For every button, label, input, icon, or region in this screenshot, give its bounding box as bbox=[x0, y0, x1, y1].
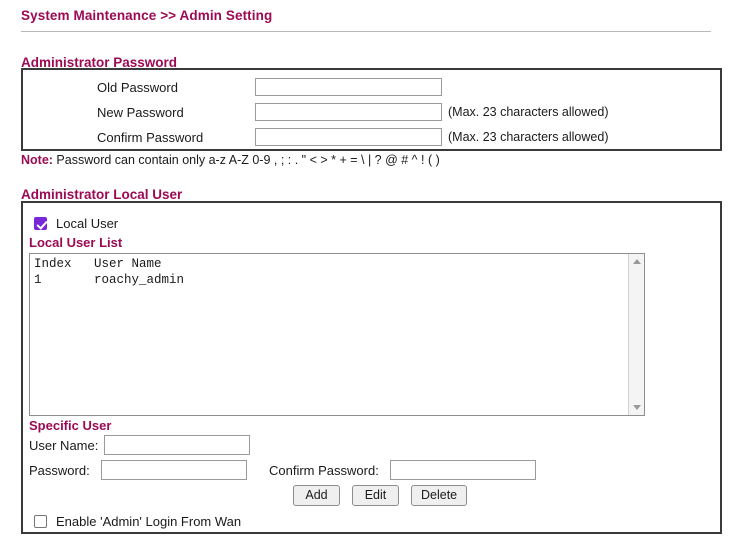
delete-button[interactable]: Delete bbox=[411, 485, 468, 506]
confirm-password-label: Confirm Password bbox=[97, 130, 204, 145]
old-password-field[interactable] bbox=[255, 78, 442, 96]
specific-user-password-field[interactable] bbox=[101, 460, 247, 480]
specific-user-confirm-password-label: Confirm Password: bbox=[269, 463, 379, 478]
specific-user-confirm-password-field[interactable] bbox=[390, 460, 536, 480]
section-heading-administrator-local-user: Administrator Local User bbox=[21, 187, 183, 202]
confirm-password-row: Confirm Password (Max. 23 characters all… bbox=[23, 127, 720, 152]
local-user-list-scrollbar[interactable] bbox=[628, 254, 644, 415]
note-label: Note: bbox=[21, 153, 53, 167]
confirm-password-hint: (Max. 23 characters allowed) bbox=[448, 130, 609, 144]
administrator-password-panel: Old Password New Password (Max. 23 chara… bbox=[21, 68, 722, 151]
enable-admin-login-from-wan-checkbox[interactable] bbox=[34, 515, 47, 528]
old-password-label: Old Password bbox=[97, 80, 178, 95]
local-user-list-content: Index User Name 1 roachy_admin bbox=[34, 257, 185, 287]
edit-button[interactable]: Edit bbox=[352, 485, 399, 506]
enable-admin-login-from-wan-row[interactable]: Enable 'Admin' Login From Wan bbox=[34, 514, 241, 529]
confirm-password-field[interactable] bbox=[255, 128, 442, 146]
scroll-up-arrow-icon[interactable] bbox=[629, 255, 644, 269]
specific-user-button-row: Add Edit Delete bbox=[293, 485, 468, 506]
breadcrumb: System Maintenance >> Admin Setting bbox=[21, 8, 273, 23]
local-user-list-heading: Local User List bbox=[29, 235, 123, 250]
local-user-list[interactable]: Index User Name 1 roachy_admin bbox=[29, 253, 645, 416]
new-password-row: New Password (Max. 23 characters allowed… bbox=[23, 102, 720, 127]
administrator-local-user-panel: Local User Local User List Index User Na… bbox=[21, 201, 722, 534]
local-user-checkbox-row[interactable]: Local User bbox=[34, 216, 118, 231]
password-note: Note: Password can contain only a-z A-Z … bbox=[21, 153, 440, 167]
note-text: Password can contain only a-z A-Z 0-9 , … bbox=[52, 153, 440, 167]
title-divider bbox=[21, 31, 711, 32]
local-user-checkbox-label: Local User bbox=[56, 216, 119, 231]
specific-user-password-label: Password: bbox=[29, 463, 90, 478]
new-password-field[interactable] bbox=[255, 103, 442, 121]
local-user-checkbox[interactable] bbox=[34, 217, 47, 230]
add-button[interactable]: Add bbox=[293, 485, 340, 506]
old-password-row: Old Password bbox=[23, 77, 720, 102]
new-password-label: New Password bbox=[97, 105, 184, 120]
new-password-hint: (Max. 23 characters allowed) bbox=[448, 105, 609, 119]
scroll-down-arrow-icon[interactable] bbox=[629, 400, 644, 414]
enable-admin-login-from-wan-label: Enable 'Admin' Login From Wan bbox=[56, 514, 242, 529]
specific-user-heading: Specific User bbox=[29, 418, 112, 433]
specific-user-username-label: User Name: bbox=[29, 438, 99, 453]
specific-user-username-field[interactable] bbox=[104, 435, 250, 455]
